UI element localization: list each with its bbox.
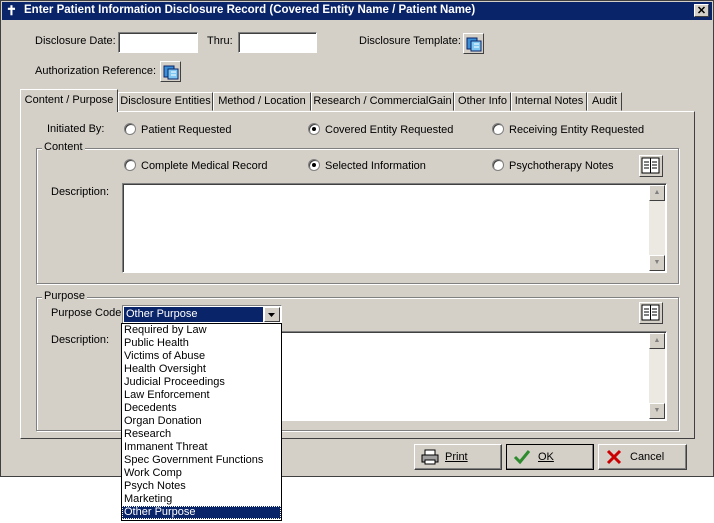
psychotherapy-notes-label: Psychotherapy Notes [509, 160, 614, 172]
authorization-picker-icon [163, 65, 179, 80]
selected-information-label: Selected Information [325, 160, 426, 172]
dropdown-option[interactable]: Marketing [122, 493, 281, 506]
ok-button[interactable]: OK [506, 444, 594, 470]
window-title: Enter Patient Information Disclosure Rec… [24, 4, 476, 16]
content-description-scrollbar[interactable]: ▲ ▼ [649, 185, 665, 271]
x-icon [606, 449, 622, 465]
notes-icon [641, 304, 660, 321]
scroll-down-button[interactable]: ▼ [649, 255, 665, 271]
content-description-label: Description: [51, 186, 110, 198]
radio-psychotherapy-notes[interactable] [492, 159, 504, 171]
authorization-picker-button[interactable] [160, 61, 181, 82]
covered-entity-requested-label: Covered Entity Requested [325, 124, 454, 136]
content-notes-button[interactable] [639, 155, 663, 177]
tab-audit[interactable]: Audit [587, 92, 622, 111]
dropdown-option[interactable]: Required by Law [122, 324, 281, 337]
content-group-title: Content [42, 141, 85, 153]
dialog-window: ✝ Enter Patient Information Disclosure R… [0, 0, 714, 477]
dropdown-option[interactable]: Spec Government Functions [122, 454, 281, 467]
tab-other-info[interactable]: Other Info [454, 92, 511, 111]
purpose-code-combobox[interactable]: Other Purpose [122, 305, 282, 324]
purpose-group-title: Purpose [42, 290, 87, 302]
dropdown-option[interactable]: Health Oversight [122, 363, 281, 376]
tab-internal-notes[interactable]: Internal Notes [511, 92, 587, 111]
dropdown-option[interactable]: Public Health [122, 337, 281, 350]
dropdown-option-selected[interactable]: Other Purpose [122, 506, 281, 519]
dropdown-option[interactable]: Organ Donation [122, 415, 281, 428]
receiving-entity-requested-label: Receiving Entity Requested [509, 124, 645, 136]
scroll-up-button[interactable]: ▲ [649, 333, 665, 349]
thru-label: Thru: [207, 35, 233, 47]
radio-receiving-entity-requested[interactable] [492, 123, 504, 135]
content-description-textarea[interactable]: ▲ ▼ [122, 183, 667, 273]
tab-method-location[interactable]: Method / Location [213, 92, 311, 111]
app-icon: ✝ [6, 3, 17, 18]
cancel-button[interactable]: Cancel [598, 444, 687, 470]
dropdown-option[interactable]: Decedents [122, 402, 281, 415]
scroll-down-button[interactable]: ▼ [649, 403, 665, 419]
radio-patient-requested[interactable] [124, 123, 136, 135]
dropdown-option[interactable]: Psych Notes [122, 480, 281, 493]
dropdown-option[interactable]: Immanent Threat [122, 441, 281, 454]
radio-covered-entity-requested[interactable] [308, 123, 320, 135]
tab-research-commercial-gain[interactable]: Research / CommercialGain [311, 92, 454, 111]
cancel-label: Cancel [630, 451, 665, 463]
notes-icon [641, 157, 660, 174]
disclosure-template-label: Disclosure Template: [359, 35, 461, 47]
authorization-reference-label: Authorization Reference: [35, 65, 157, 77]
purpose-code-dropdown-list[interactable]: Required by Law Public Health Victims of… [121, 323, 282, 521]
check-icon [513, 450, 531, 465]
close-button[interactable]: ✕ [694, 4, 709, 17]
patient-requested-label: Patient Requested [141, 124, 232, 136]
template-picker-icon [466, 37, 482, 52]
initiated-by-label: Initiated By: [47, 123, 105, 135]
template-picker-button[interactable] [463, 33, 484, 54]
disclosure-date-input[interactable] [118, 32, 198, 53]
title-bar: ✝ Enter Patient Information Disclosure R… [2, 2, 712, 20]
purpose-code-value: Other Purpose [124, 307, 263, 322]
disclosure-date-label: Disclosure Date: [35, 35, 116, 47]
tab-content-purpose[interactable]: Content / Purpose [20, 89, 118, 112]
radio-selected-information[interactable] [308, 159, 320, 171]
purpose-code-label: Purpose Code: [51, 307, 125, 319]
dropdown-option[interactable]: Research [122, 428, 281, 441]
print-button[interactable]: Print [414, 444, 502, 470]
dropdown-option[interactable]: Victims of Abuse [122, 350, 281, 363]
dropdown-option[interactable]: Work Comp [122, 467, 281, 480]
purpose-description-scrollbar[interactable]: ▲ ▼ [649, 333, 665, 419]
purpose-notes-button[interactable] [639, 302, 663, 324]
printer-icon [421, 449, 439, 465]
chevron-down-icon [268, 313, 275, 317]
close-icon: ✕ [696, 5, 707, 17]
dropdown-option[interactable]: Law Enforcement [122, 389, 281, 402]
ok-label: OK [538, 451, 554, 463]
radio-complete-medical-record[interactable] [124, 159, 136, 171]
thru-date-input[interactable] [238, 32, 317, 53]
dropdown-option[interactable]: Judicial Proceedings [122, 376, 281, 389]
tab-disclosure-entities[interactable]: Disclosure Entities [118, 92, 213, 111]
purpose-code-dropdown-button[interactable] [264, 307, 280, 322]
print-label: Print [445, 451, 468, 463]
scroll-up-button[interactable]: ▲ [649, 185, 665, 201]
complete-medical-record-label: Complete Medical Record [141, 160, 268, 172]
purpose-description-label: Description: [51, 334, 110, 346]
